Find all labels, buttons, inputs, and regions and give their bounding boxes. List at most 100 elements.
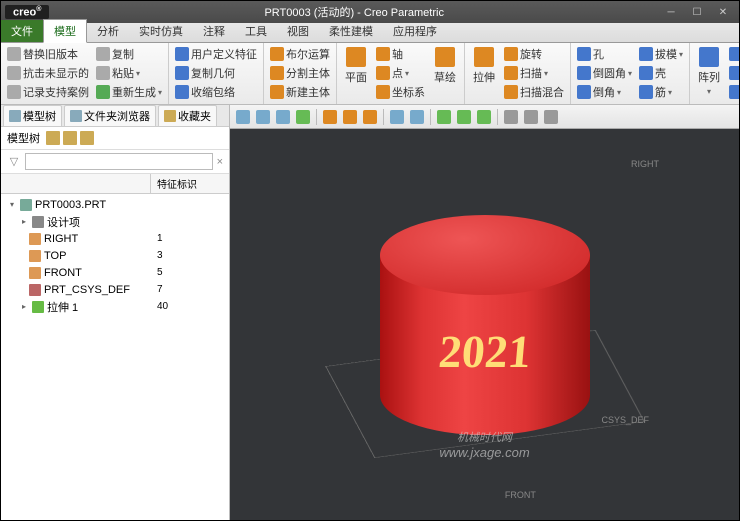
graphics-canvas[interactable]: Jcor 2021 RIGHT FRONT CSYS_DEF 机械时代网 www…	[230, 129, 739, 520]
tab-model[interactable]: 模型	[43, 19, 87, 43]
btn-draft[interactable]: 拔模▾	[637, 45, 685, 63]
minimize-button[interactable]: ─	[659, 5, 683, 19]
ribbon-group-datum: 平面 轴 点▾ 坐标系 草绘 基准 ▾	[337, 43, 465, 104]
btn-intersect[interactable]: 相交	[727, 64, 739, 82]
btn-sketch[interactable]: 草绘	[430, 45, 460, 101]
window-controls: ─ ☐ ✕	[659, 5, 735, 19]
btn-record-case[interactable]: 记录支持案例	[5, 83, 91, 101]
model-cylinder[interactable]: Jcor 2021	[380, 215, 590, 435]
ribbon-group-getdata: 用户定义特征 复制几何 收缩包络 获取数据 ▾	[169, 43, 264, 104]
tab-annotate[interactable]: 注释	[193, 20, 235, 42]
vtb-style[interactable]	[475, 108, 493, 126]
tree-filter-input[interactable]	[25, 153, 213, 170]
vtb-layers[interactable]	[408, 108, 426, 126]
window-title: PRT0003 (活动的) - Creo Parametric	[49, 4, 659, 20]
btn-newbody[interactable]: 新建主体	[268, 83, 332, 101]
btn-pattern[interactable]: 阵列▾	[694, 45, 724, 101]
btn-hole[interactable]: 孔	[575, 45, 634, 63]
btn-csys[interactable]: 坐标系	[374, 83, 427, 101]
sidebar-tabs: 模型树 文件夹浏览器 收藏夹	[1, 105, 229, 127]
tree-filter-clear[interactable]: ×	[217, 156, 223, 168]
btn-mirror[interactable]: 镜像	[727, 83, 739, 101]
ribbon-group-shape: 拉伸 旋转 扫描▾ 扫描混合 形状 ▾	[465, 43, 571, 104]
btn-rib[interactable]: 筋▾	[637, 83, 685, 101]
ribbon-tabs: 文件 模型 分析 实时仿真 注释 工具 视图 柔性建模 应用程序	[1, 23, 739, 43]
vtb-shade[interactable]	[321, 108, 339, 126]
close-button[interactable]: ✕	[711, 5, 735, 19]
tree-columns: 特征标识	[1, 174, 229, 194]
btn-trim[interactable]: 修剪	[727, 45, 739, 63]
label-right: RIGHT	[631, 159, 659, 169]
tree-row-front[interactable]: FRONT5	[1, 264, 229, 281]
vtb-zoomout[interactable]	[274, 108, 292, 126]
tree-row-design[interactable]: ▸设计项	[1, 213, 229, 230]
vtb-clip[interactable]	[455, 108, 473, 126]
col-feature-id: 特征标识	[151, 174, 229, 193]
vtb-refit[interactable]	[234, 108, 252, 126]
tree-title: 模型树	[7, 130, 40, 146]
sidetab-folders[interactable]: 文件夹浏览器	[64, 105, 156, 127]
tree-sort-icon[interactable]	[80, 131, 94, 145]
vtb-annot[interactable]	[435, 108, 453, 126]
vtb-zoomin[interactable]	[254, 108, 272, 126]
model-decal-text2: 2021	[380, 325, 590, 378]
btn-point[interactable]: 点▾	[374, 64, 427, 82]
vtb-datum[interactable]	[388, 108, 406, 126]
tree-filter-icon[interactable]	[63, 131, 77, 145]
ribbon-group-eng: 孔 倒圆角▾ 倒角▾ 拔模▾ 壳 筋▾ 工程 ▾	[571, 43, 690, 104]
tab-simulation[interactable]: 实时仿真	[129, 20, 193, 42]
btn-shrinkwrap[interactable]: 收缩包络	[173, 83, 259, 101]
btn-replace-version[interactable]: 替换旧版本	[5, 45, 91, 63]
sidetab-modeltree[interactable]: 模型树	[3, 105, 62, 127]
tab-tools[interactable]: 工具	[235, 20, 277, 42]
tree-row-right[interactable]: RIGHT1	[1, 230, 229, 247]
tab-analysis[interactable]: 分析	[87, 20, 129, 42]
tree-row-prt[interactable]: ▾PRT0003.PRT	[1, 196, 229, 213]
app-logo: creo®	[5, 5, 49, 19]
viewport: Jcor 2021 RIGHT FRONT CSYS_DEF 机械时代网 www…	[230, 105, 739, 520]
btn-shell[interactable]: 壳	[637, 64, 685, 82]
tree-row-extrude[interactable]: ▸拉伸 140	[1, 298, 229, 315]
btn-axis[interactable]: 轴	[374, 45, 427, 63]
ribbon-group-edit: 阵列▾ 修剪 相交 镜像 延伸 偏移 加厚 编辑 ▾	[690, 43, 739, 104]
tree-row-top[interactable]: TOP3	[1, 247, 229, 264]
tab-flex[interactable]: 柔性建模	[319, 20, 383, 42]
sidetab-favorites[interactable]: 收藏夹	[158, 105, 217, 127]
btn-copygeom[interactable]: 复制几何	[173, 64, 259, 82]
tree-row-csys[interactable]: PRT_CSYS_DEF7	[1, 281, 229, 298]
vtb-sel3[interactable]	[542, 108, 560, 126]
btn-plane[interactable]: 平面	[341, 45, 371, 101]
label-csys: CSYS_DEF	[601, 415, 649, 425]
btn-sweepblend[interactable]: 扫描混合	[502, 83, 566, 101]
btn-copy[interactable]: 复制	[94, 45, 164, 63]
btn-paste[interactable]: 粘贴▾	[94, 64, 164, 82]
ribbon-group-operations: 替换旧版本 抗击未显示的 记录支持案例 复制 粘贴▾ 重新生成▾ 操作 ▾	[1, 43, 169, 104]
btn-boolean[interactable]: 布尔运算	[268, 45, 332, 63]
vtb-sel1[interactable]	[502, 108, 520, 126]
maximize-button[interactable]: ☐	[685, 5, 709, 19]
btn-sweep[interactable]: 扫描▾	[502, 64, 566, 82]
btn-round[interactable]: 倒圆角▾	[575, 64, 634, 82]
btn-chamfer[interactable]: 倒角▾	[575, 83, 634, 101]
btn-udf[interactable]: 用户定义特征	[173, 45, 259, 63]
viewport-toolbar	[230, 105, 739, 129]
ribbon: 替换旧版本 抗击未显示的 记录支持案例 复制 粘贴▾ 重新生成▾ 操作 ▾ 用户…	[1, 43, 739, 105]
tab-view[interactable]: 视图	[277, 20, 319, 42]
btn-split[interactable]: 分割主体	[268, 64, 332, 82]
btn-extrude[interactable]: 拉伸	[469, 45, 499, 101]
sidebar: 模型树 文件夹浏览器 收藏夹 模型树 ▽ × 特征标识 ▾PRT0003.PRT…	[1, 105, 230, 520]
tree-header: 模型树	[1, 127, 229, 150]
ribbon-group-body: 布尔运算 分割主体 新建主体 主体 ▾	[264, 43, 337, 104]
btn-revolve[interactable]: 旋转	[502, 45, 566, 63]
vtb-sel2[interactable]	[522, 108, 540, 126]
vtb-saved[interactable]	[341, 108, 359, 126]
btn-regen[interactable]: 重新生成▾	[94, 83, 164, 101]
vtb-repaint[interactable]	[294, 108, 312, 126]
label-front: FRONT	[505, 490, 536, 500]
tab-file[interactable]: 文件	[1, 20, 43, 42]
tab-apps[interactable]: 应用程序	[383, 20, 447, 42]
btn-hide[interactable]: 抗击未显示的	[5, 64, 91, 82]
funnel-icon[interactable]: ▽	[7, 155, 21, 169]
tree-settings-icon[interactable]	[46, 131, 60, 145]
vtb-persp[interactable]	[361, 108, 379, 126]
